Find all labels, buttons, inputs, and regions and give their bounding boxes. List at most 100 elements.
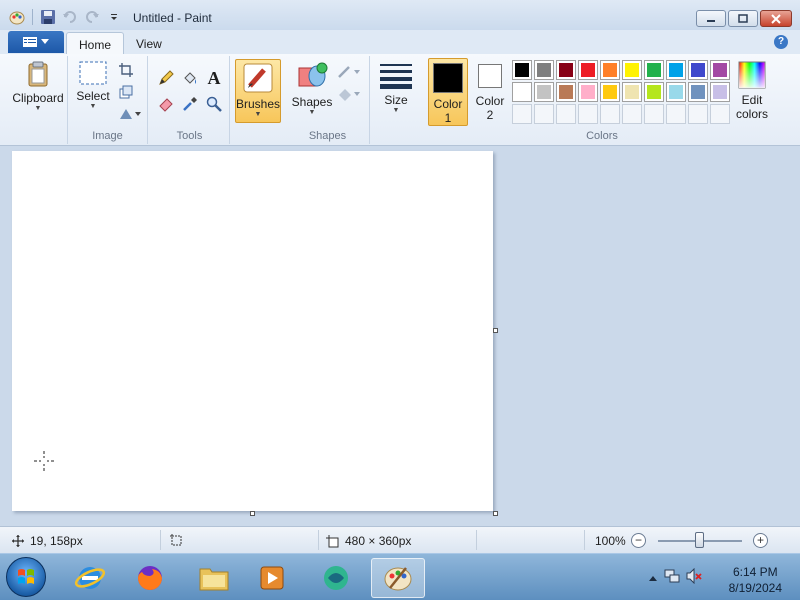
palette-swatch[interactable] xyxy=(556,82,576,102)
taskbar-app-green[interactable] xyxy=(309,558,363,598)
tab-home[interactable]: Home xyxy=(66,32,125,54)
paint-app-icon[interactable] xyxy=(8,8,26,26)
palette-swatch-color xyxy=(669,85,683,99)
palette-custom-slot[interactable] xyxy=(512,104,532,124)
palette-swatch-color xyxy=(581,63,595,77)
minimize-button[interactable] xyxy=(696,10,726,27)
text-tool-icon[interactable]: A xyxy=(204,68,224,88)
palette-custom-slot[interactable] xyxy=(644,104,664,124)
palette-custom-slot[interactable] xyxy=(578,104,598,124)
rotate-icon[interactable] xyxy=(116,104,144,124)
color2-button[interactable]: Color 2 xyxy=(472,58,508,122)
zoom-slider-thumb[interactable] xyxy=(695,532,704,548)
palette-swatch[interactable] xyxy=(512,82,532,102)
undo-icon[interactable] xyxy=(61,8,79,26)
start-button[interactable] xyxy=(6,557,46,597)
color2-swatch xyxy=(478,64,502,88)
tab-view[interactable]: View xyxy=(124,32,174,54)
palette-swatch[interactable] xyxy=(710,60,730,80)
palette-swatch-color xyxy=(515,85,529,99)
palette-swatch[interactable] xyxy=(534,60,554,80)
status-bar: 19, 158px 480 × 360px 100% − + xyxy=(0,526,800,553)
taskbar-paint[interactable] xyxy=(371,558,425,598)
zoom-in-button[interactable]: + xyxy=(753,533,768,548)
palette-swatch[interactable] xyxy=(600,60,620,80)
taskbar-file-explorer[interactable] xyxy=(187,558,241,598)
size-button[interactable]: Size ▼ xyxy=(376,62,416,115)
edit-colors-button[interactable]: Edit colors xyxy=(732,60,772,121)
palette-swatch[interactable] xyxy=(688,60,708,80)
palette-swatch-color xyxy=(625,85,639,99)
pencil-icon[interactable] xyxy=(156,68,176,88)
color1-button[interactable]: Color 1 xyxy=(428,58,468,126)
show-hidden-icons-chevron-up-icon[interactable] xyxy=(648,571,658,585)
palette-swatch[interactable] xyxy=(578,82,598,102)
close-button[interactable] xyxy=(760,10,792,27)
save-icon[interactable] xyxy=(39,8,57,26)
outline-icon[interactable] xyxy=(336,62,362,82)
clipboard-button[interactable]: Clipboard ▼ xyxy=(12,60,64,113)
palette-swatch[interactable] xyxy=(622,60,642,80)
customize-qat-chevron-down-icon[interactable] xyxy=(105,8,123,26)
palette-swatch[interactable] xyxy=(644,82,664,102)
volume-muted-icon[interactable] xyxy=(686,567,702,587)
palette-swatch[interactable] xyxy=(622,82,642,102)
zoom-out-button[interactable]: − xyxy=(631,533,646,548)
brush-icon xyxy=(243,63,273,93)
clipboard-group: Clipboard ▼ xyxy=(8,56,68,144)
magnifier-icon[interactable] xyxy=(204,94,224,114)
color2-number: 2 xyxy=(486,108,494,122)
maximize-button[interactable] xyxy=(728,10,758,27)
palette-custom-slot-color xyxy=(559,107,573,121)
palette-custom-slot-color xyxy=(713,107,727,121)
palette-swatch-color xyxy=(559,85,573,99)
taskbar-firefox[interactable] xyxy=(123,558,177,598)
color1-swatch xyxy=(433,63,463,93)
palette-swatch-color xyxy=(537,63,551,77)
fill-bucket-icon[interactable] xyxy=(180,68,200,88)
palette-swatch[interactable] xyxy=(578,60,598,80)
size-label: Size xyxy=(384,93,408,107)
brushes-button[interactable]: Brushes ▼ xyxy=(235,59,281,123)
network-icon[interactable] xyxy=(664,568,680,587)
canvas-resize-handle-right[interactable] xyxy=(493,328,498,333)
drawing-canvas[interactable] xyxy=(12,151,493,511)
palette-swatch[interactable] xyxy=(556,60,576,80)
eraser-icon[interactable] xyxy=(156,94,176,114)
paint-menu-button[interactable] xyxy=(8,31,64,53)
help-icon[interactable]: ? xyxy=(774,35,788,49)
taskbar-internet-explorer[interactable] xyxy=(63,558,117,598)
shapes-button[interactable]: Shapes ▼ xyxy=(290,60,334,117)
palette-swatch[interactable] xyxy=(666,82,686,102)
resize-icon[interactable] xyxy=(116,82,136,102)
fill-icon[interactable] xyxy=(336,84,362,104)
palette-custom-slot[interactable] xyxy=(666,104,686,124)
color-spectrum-icon xyxy=(738,61,766,89)
colors-group-label: Colors xyxy=(586,130,618,142)
ribbon-tabs: Home View ? xyxy=(0,30,800,54)
palette-swatch[interactable] xyxy=(534,82,554,102)
clock[interactable]: 6:14 PM 8/19/2024 xyxy=(729,564,782,596)
canvas-resize-handle-bottom[interactable] xyxy=(250,511,255,516)
palette-custom-slot[interactable] xyxy=(556,104,576,124)
palette-custom-slot[interactable] xyxy=(710,104,730,124)
palette-swatch[interactable] xyxy=(644,60,664,80)
select-button[interactable]: Select ▼ xyxy=(72,60,114,111)
palette-custom-slot[interactable] xyxy=(688,104,708,124)
crop-icon[interactable] xyxy=(116,60,136,80)
color-picker-icon[interactable] xyxy=(180,94,200,114)
palette-swatch[interactable] xyxy=(512,60,532,80)
palette-custom-slot[interactable] xyxy=(622,104,642,124)
cursor-position: 19, 158px xyxy=(12,534,83,548)
media-player-icon xyxy=(260,566,284,590)
palette-swatch[interactable] xyxy=(600,82,620,102)
palette-swatch[interactable] xyxy=(710,82,730,102)
redo-icon[interactable] xyxy=(83,8,101,26)
canvas-resize-handle-corner[interactable] xyxy=(493,511,498,516)
shapes-group: Shapes ▼ Shapes xyxy=(286,56,370,144)
taskbar-media-player[interactable] xyxy=(245,558,299,598)
palette-custom-slot[interactable] xyxy=(534,104,554,124)
palette-swatch[interactable] xyxy=(688,82,708,102)
palette-swatch[interactable] xyxy=(666,60,686,80)
palette-custom-slot[interactable] xyxy=(600,104,620,124)
